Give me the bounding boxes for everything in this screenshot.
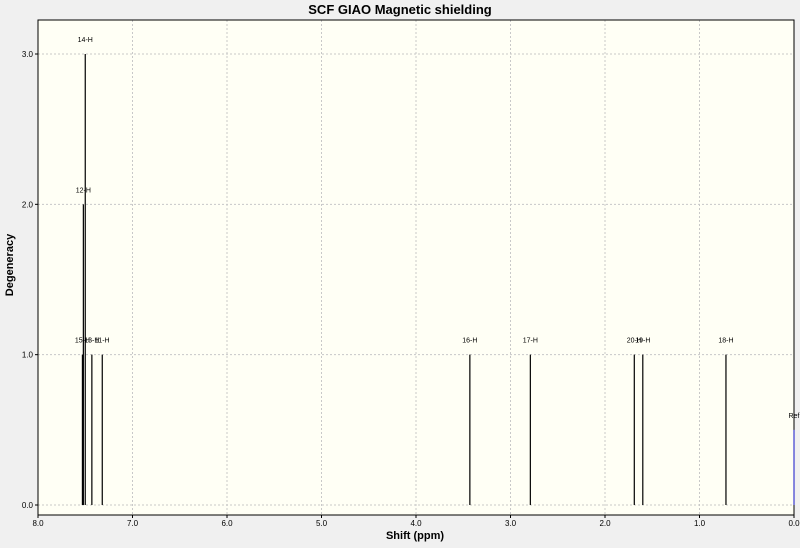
x-tick-label: 3.0 — [505, 519, 517, 528]
chart-title: SCF GIAO Magnetic shielding — [308, 2, 492, 17]
y-tick-label: 1.0 — [22, 351, 34, 360]
chart-svg: 8.0 7.0 6.0 5.0 4.0 3.0 2.0 1.0 0.00.01.02.03.0 … — [4, 2, 800, 542]
y-tick-label: 3.0 — [22, 50, 34, 59]
y-axis-label: Degeneracy — [4, 233, 16, 296]
peak-label: 18-H — [718, 338, 733, 345]
x-tick-label: 4.0 — [410, 519, 422, 528]
nmr-chart: 8.0 7.0 6.0 5.0 4.0 3.0 2.0 1.0 0.0 0.0 1.0 2.0 3.0 … — [0, 0, 800, 543]
peak-label: 11-H — [95, 338, 110, 345]
peak-label: 16-H — [462, 338, 477, 345]
x-tick-label: 5.0 — [316, 519, 328, 528]
y-tick-label: 0.0 — [22, 501, 34, 510]
x-axis-label: Shift (ppm) — [386, 530, 444, 542]
peak-label: 19-H — [635, 338, 650, 345]
x-tick-label: 1.0 — [694, 519, 706, 528]
x-tick-label: 8.0 — [32, 519, 44, 528]
peak-label: 12-H — [76, 187, 91, 194]
y-tick-label: 2.0 — [22, 200, 34, 209]
x-tick-label: 2.0 — [599, 519, 611, 528]
peak-label: 17-H — [523, 338, 538, 345]
x-tick-label: 0.0 — [788, 519, 800, 528]
x-tick-label: 7.0 — [127, 519, 139, 528]
peak-label: Ref — [789, 413, 800, 420]
peak-label: 14-H — [78, 37, 93, 44]
x-tick-label: 6.0 — [221, 519, 233, 528]
